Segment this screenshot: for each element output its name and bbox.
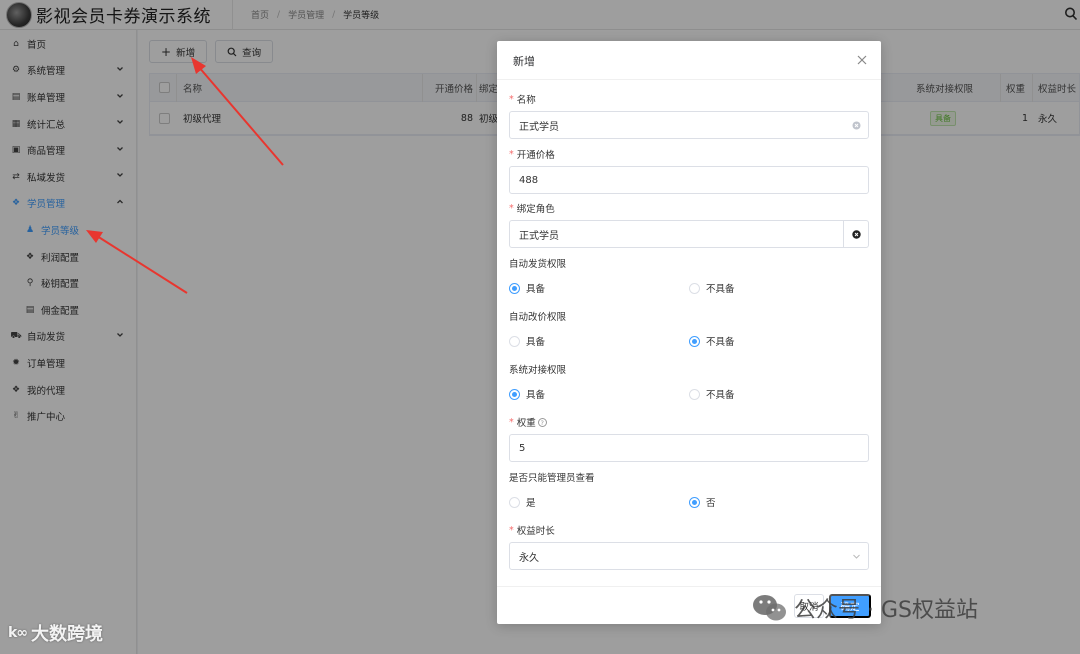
admin-only-label-text: 是否只能管理员查看 bbox=[509, 473, 595, 484]
sys-perm-field-label: 系统对接权限 bbox=[509, 362, 566, 376]
required-asterisk: * bbox=[509, 148, 514, 160]
admin-only-field-label: 是否只能管理员查看 bbox=[509, 470, 595, 484]
name-input-value: 正式学员 bbox=[519, 121, 559, 133]
sys-perm-label-text: 系统对接权限 bbox=[509, 365, 567, 376]
add-level-dialog: 新增 * 名称 正式学员 * 开通价格 488 * 绑定角色 正式学员 自动发货… bbox=[497, 41, 881, 624]
sys-perm-radio-group: 具备 不具备 bbox=[509, 387, 869, 403]
auto-ship-no-radio[interactable]: 不具备 bbox=[689, 281, 735, 295]
role-select[interactable]: 正式学员 bbox=[509, 220, 869, 248]
watermark-left-text: 大数跨境 bbox=[30, 624, 103, 645]
required-asterisk: * bbox=[509, 93, 514, 105]
radio-dot bbox=[509, 388, 520, 400]
auto-ship-radio-group: 具备 不具备 bbox=[509, 281, 869, 297]
price-label-text: 开通价格 bbox=[516, 150, 555, 161]
auto-price-yes-radio[interactable]: 具备 bbox=[509, 334, 545, 348]
role-field-label: * 绑定角色 bbox=[509, 201, 555, 216]
sys-perm-yes-radio[interactable]: 具备 bbox=[509, 387, 545, 401]
dialog-title: 新增 bbox=[513, 55, 535, 68]
auto-ship-label-text: 自动发货权限 bbox=[509, 259, 567, 270]
radio-label: 具备 bbox=[526, 284, 546, 295]
price-input[interactable]: 488 bbox=[509, 166, 869, 194]
radio-dot bbox=[689, 388, 700, 400]
radio-dot bbox=[689, 282, 700, 294]
chevron-down-icon bbox=[853, 554, 860, 559]
auto-ship-field-label: 自动发货权限 bbox=[509, 256, 566, 270]
weight-label-text: 权重 bbox=[516, 418, 536, 429]
role-select-value: 正式学员 bbox=[519, 230, 559, 242]
radio-label: 否 bbox=[706, 498, 716, 509]
required-asterisk: * bbox=[509, 524, 514, 536]
required-asterisk: * bbox=[509, 202, 514, 214]
price-input-value: 488 bbox=[519, 174, 539, 186]
wechat-icon bbox=[753, 595, 786, 621]
admin-only-no-radio[interactable]: 否 bbox=[689, 495, 716, 509]
radio-label: 是 bbox=[526, 498, 536, 509]
weight-field-label: * 权重 ? bbox=[509, 415, 547, 429]
price-field-label: * 开通价格 bbox=[509, 147, 555, 162]
auto-price-label-text: 自动改价权限 bbox=[509, 312, 567, 323]
radio-label: 不具备 bbox=[706, 337, 735, 348]
name-label-text: 名称 bbox=[516, 95, 536, 106]
weight-input[interactable]: 5 bbox=[509, 434, 869, 462]
radio-dot bbox=[509, 496, 520, 508]
watermark-logo: k∞ bbox=[8, 625, 28, 641]
duration-select-value: 永久 bbox=[519, 552, 539, 564]
radio-dot bbox=[689, 496, 700, 508]
radio-label: 具备 bbox=[526, 337, 546, 348]
watermark-left: k∞ 大数跨境 bbox=[8, 620, 103, 646]
radio-dot bbox=[509, 282, 520, 294]
duration-select[interactable]: 永久 bbox=[509, 542, 869, 570]
name-input[interactable]: 正式学员 bbox=[509, 111, 869, 139]
help-icon[interactable]: ? bbox=[537, 417, 547, 427]
duration-field-label: * 权益时长 bbox=[509, 523, 555, 538]
radio-label: 不具备 bbox=[706, 284, 735, 295]
auto-ship-yes-radio[interactable]: 具备 bbox=[509, 281, 545, 295]
sys-perm-no-radio[interactable]: 不具备 bbox=[689, 387, 735, 401]
dialog-footer-divider bbox=[497, 586, 881, 587]
auto-price-no-radio[interactable]: 不具备 bbox=[689, 334, 735, 348]
admin-only-yes-radio[interactable]: 是 bbox=[509, 495, 536, 509]
weight-input-value: 5 bbox=[519, 442, 526, 454]
admin-only-radio-group: 是 否 bbox=[509, 495, 869, 511]
close-icon[interactable] bbox=[857, 55, 867, 65]
watermark-right-text: 公众号 · GS权益站 bbox=[794, 598, 978, 623]
dialog-divider bbox=[497, 79, 881, 80]
clear-icon[interactable] bbox=[852, 121, 861, 130]
radio-dot bbox=[689, 335, 700, 347]
auto-price-radio-group: 具备 不具备 bbox=[509, 334, 869, 350]
radio-label: 具备 bbox=[526, 390, 546, 401]
radio-dot bbox=[509, 335, 520, 347]
radio-label: 不具备 bbox=[706, 390, 735, 401]
clear-icon bbox=[851, 229, 861, 239]
role-label-text: 绑定角色 bbox=[516, 204, 555, 215]
duration-label-text: 权益时长 bbox=[516, 526, 555, 537]
role-clear-button[interactable] bbox=[843, 221, 868, 247]
watermark-right: 公众号 · GS权益站 bbox=[750, 592, 978, 624]
name-field-label: * 名称 bbox=[509, 92, 536, 107]
auto-price-field-label: 自动改价权限 bbox=[509, 309, 566, 323]
required-asterisk: * bbox=[509, 416, 514, 428]
